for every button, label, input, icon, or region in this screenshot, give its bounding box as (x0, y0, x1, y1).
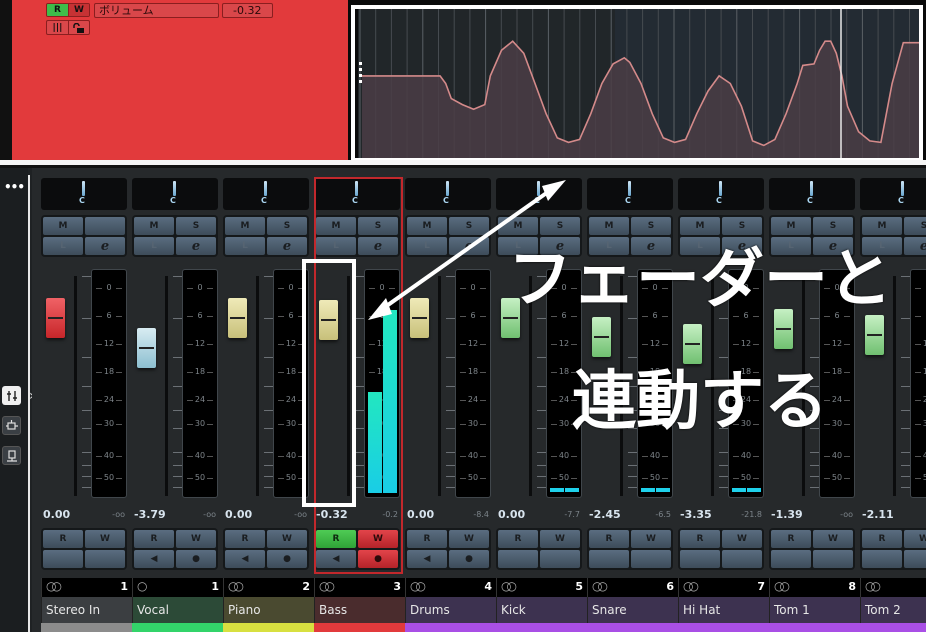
cubase-window: R W ボリューム -0.32 ||| ••• › C M L e6051015… (0, 0, 926, 632)
annotation-text-line2: 連動する (572, 365, 828, 439)
annotation-text-line1: フェーダーと (508, 243, 892, 317)
